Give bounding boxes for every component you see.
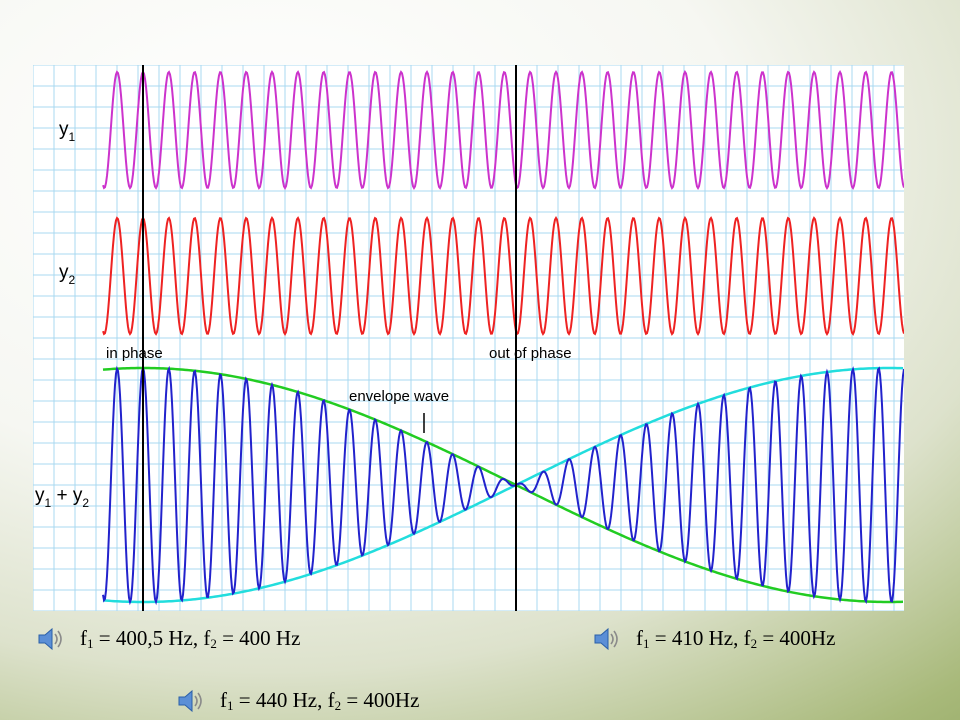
- y1-wave: [102, 70, 904, 190]
- beats-diagram-svg: y1 y2 y1 + y2 in phase out of phase enve…: [33, 65, 904, 611]
- sound-label-3: f1 = 440 Hz, f2 = 400Hz: [220, 688, 420, 713]
- envelope-wave-label: envelope wave: [349, 388, 449, 405]
- out-of-phase-label: out of phase: [489, 345, 572, 362]
- sound-label-2: f1 = 410 Hz, f2 = 400Hz: [636, 626, 836, 651]
- y2-label: y2: [59, 262, 76, 287]
- in-phase-label: in phase: [106, 345, 163, 362]
- beats-diagram: y1 y2 y1 + y2 in phase out of phase enve…: [33, 65, 904, 611]
- sound-label-1: f1 = 400,5 Hz, f2 = 400 Hz: [80, 626, 301, 651]
- speaker-icon[interactable]: [176, 686, 206, 716]
- sound-link-2[interactable]: f1 = 410 Hz, f2 = 400Hz: [592, 624, 835, 654]
- speaker-icon[interactable]: [36, 624, 66, 654]
- y1-label: y1: [59, 119, 76, 144]
- speaker-icon[interactable]: [592, 624, 622, 654]
- grid: [33, 65, 904, 611]
- sound-link-1[interactable]: f1 = 400,5 Hz, f2 = 400 Hz: [36, 624, 300, 654]
- sound-link-3[interactable]: f1 = 440 Hz, f2 = 400Hz: [176, 686, 419, 716]
- y1-curve: [102, 70, 904, 190]
